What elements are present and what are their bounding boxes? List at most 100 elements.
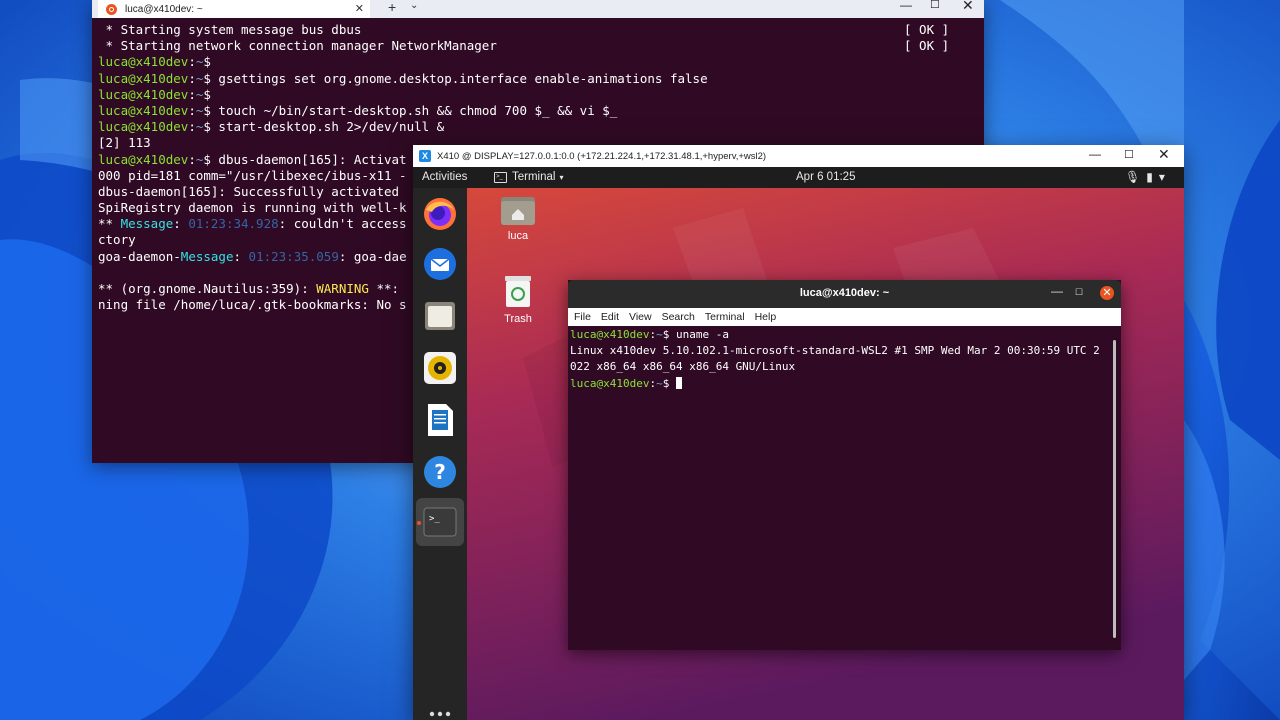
app-menu[interactable]: >_ Terminal ▾	[494, 171, 563, 183]
output-text: ning file /home/luca/.gtk-bookmarks: No …	[98, 297, 407, 313]
windows-terminal-titlebar[interactable]: luca@x410dev: ~ ✕ + ⌄ — ☐ ✕	[92, 0, 984, 18]
gnome-terminal-window[interactable]: luca@x410dev: ~ — ☐ ✕ File Edit View Sea…	[568, 280, 1121, 650]
trash-label: Trash	[504, 313, 532, 325]
battery-icon: ▮	[1146, 170, 1153, 184]
help-icon[interactable]: ?	[422, 454, 458, 490]
tab-title: luca@x410dev: ~	[125, 3, 203, 15]
terminal-line: luca@x410dev:~$	[98, 54, 978, 70]
terminal-line: luca@x410dev:~$ uname -a	[570, 328, 1110, 344]
prompt-symbol: $	[203, 54, 211, 70]
terminal-line: * Starting system message bus dbus [ OK ]	[98, 22, 978, 38]
output-text: 022 x86_64 x86_64 x86_64 GNU/Linux	[570, 360, 796, 374]
terminal-line: luca@x410dev:~$ touch ~/bin/start-deskto…	[98, 103, 978, 119]
maximize-button[interactable]: ☐	[930, 0, 940, 11]
microphone-icon: 🎙	[1125, 170, 1141, 184]
close-button[interactable]: ✕	[1158, 146, 1170, 163]
tab-dropdown-icon[interactable]: ⌄	[410, 0, 418, 11]
menu-search[interactable]: Search	[662, 311, 695, 323]
command-text: start-desktop.sh 2>/dev/null &	[210, 119, 445, 135]
warning-label: WARNING	[316, 281, 369, 296]
x410-window[interactable]: X X410 @ DISPLAY=127.0.0.1:0.0 (+172.21.…	[413, 145, 1184, 720]
files-icon[interactable]	[422, 298, 458, 334]
minimize-button[interactable]: —	[1051, 284, 1063, 298]
command-text: touch ~/bin/start-desktop.sh && chmod 70…	[210, 102, 618, 118]
log-timestamp: 01:23:34.928	[188, 216, 279, 232]
prompt-symbol: $	[203, 102, 211, 118]
log-level: Message	[180, 248, 234, 264]
x410-window-title: X410 @ DISPLAY=127.0.0.1:0.0 (+172.21.22…	[437, 150, 767, 162]
prompt-user: luca@x410dev	[570, 328, 650, 341]
output-text: ctory	[98, 232, 136, 248]
menu-file[interactable]: File	[574, 311, 591, 323]
show-applications-icon[interactable]	[422, 704, 458, 720]
terminal-app-icon: >_	[494, 171, 507, 183]
new-tab-button[interactable]: +	[388, 0, 396, 15]
gnome-terminal-menubar: File Edit View Search Terminal Help	[568, 308, 1121, 326]
menu-terminal[interactable]: Terminal	[705, 311, 745, 323]
ubuntu-desktop[interactable]: ? >_ luca Trash luca@x410dev: ~ — ☐ ✕ Fi…	[413, 188, 1184, 720]
clock[interactable]: Apr 6 01:25	[796, 171, 855, 183]
close-button[interactable]: ✕	[962, 0, 974, 14]
prompt-symbol: $	[203, 119, 211, 135]
status-ok: [ OK ]	[904, 22, 950, 37]
prompt-user: luca@x410dev	[98, 70, 189, 86]
log-prefix: goa-daemon-	[98, 248, 181, 264]
prompt-symbol: $	[203, 86, 211, 102]
trash-icon	[505, 276, 531, 307]
system-tray[interactable]: 🎙 ▮ ▾	[1125, 170, 1165, 184]
log-timestamp: 01:23:35.059	[248, 248, 339, 264]
log-prefix: ** (org.gnome.Nautilus:359):	[98, 281, 317, 296]
log-separator: :	[233, 248, 249, 264]
log-level: Message	[120, 216, 174, 232]
prompt-separator: :	[188, 54, 196, 70]
prompt-symbol: $	[203, 70, 211, 86]
chevron-down-icon: ▾	[1158, 170, 1165, 184]
command-text	[669, 377, 676, 390]
desktop-trash[interactable]: Trash	[488, 274, 548, 325]
command-text: uname -a	[669, 328, 729, 341]
prompt-user: luca@x410dev	[570, 376, 650, 390]
desktop-home-folder[interactable]: luca	[488, 193, 548, 242]
output-text: SpiRegistry daemon is running with well-…	[98, 200, 407, 216]
terminal-tab[interactable]: luca@x410dev: ~ ✕	[98, 0, 370, 18]
terminal-line: * Starting network connection manager Ne…	[98, 38, 978, 54]
gnome-terminal-output[interactable]: luca@x410dev:~$ uname -a Linux x410dev 5.…	[570, 328, 1110, 644]
terminal-line: luca@x410dev:~$ start-desktop.sh 2>/dev/…	[98, 119, 978, 135]
svg-text:?: ?	[434, 460, 446, 484]
output-text: [2] 113	[98, 135, 151, 151]
tab-close-icon[interactable]: ✕	[355, 2, 364, 15]
app-menu-label: Terminal	[512, 171, 556, 183]
scrollbar[interactable]	[1113, 340, 1116, 638]
close-button[interactable]: ✕	[1100, 286, 1114, 300]
x410-titlebar[interactable]: X X410 @ DISPLAY=127.0.0.1:0.0 (+172.21.…	[413, 145, 1184, 167]
gnome-terminal-title: luca@x410dev: ~	[799, 287, 890, 299]
menu-help[interactable]: Help	[755, 311, 777, 323]
prompt-separator: :	[188, 102, 196, 118]
prompt-user: luca@x410dev	[98, 151, 189, 167]
minimize-button[interactable]: —	[1089, 147, 1101, 161]
terminal-icon[interactable]: >_	[422, 504, 458, 540]
maximize-button[interactable]: ☐	[1075, 287, 1083, 298]
activities-button[interactable]: Activities	[422, 171, 467, 183]
prompt-separator: :	[188, 151, 196, 167]
gnome-top-bar: Activities >_ Terminal ▾ Apr 6 01:25 🎙 ▮…	[413, 167, 1184, 188]
thunderbird-icon[interactable]	[422, 246, 458, 282]
menu-edit[interactable]: Edit	[601, 311, 619, 323]
menu-view[interactable]: View	[629, 311, 652, 323]
prompt-user: luca@x410dev	[98, 86, 189, 102]
maximize-button[interactable]: ☐	[1124, 148, 1134, 161]
minimize-button[interactable]: —	[900, 0, 912, 12]
terminal-line: 022 x86_64 x86_64 x86_64 GNU/Linux	[570, 360, 1110, 376]
firefox-icon[interactable]	[422, 196, 458, 232]
output-text: Linux x410dev 5.10.102.1-microsoft-stand…	[570, 344, 1100, 358]
prompt-user: luca@x410dev	[98, 119, 189, 135]
text-cursor	[675, 376, 682, 389]
gnome-terminal-headerbar[interactable]: luca@x410dev: ~ — ☐ ✕	[568, 280, 1121, 308]
libreoffice-writer-icon[interactable]	[422, 402, 458, 438]
prompt-path: ~	[656, 328, 663, 341]
output-text: * Starting network connection manager Ne…	[98, 38, 497, 54]
prompt-user: luca@x410dev	[98, 54, 189, 70]
rhythmbox-icon[interactable]	[422, 350, 458, 386]
home-folder-icon	[501, 197, 535, 225]
svg-text:>_: >_	[429, 514, 440, 524]
